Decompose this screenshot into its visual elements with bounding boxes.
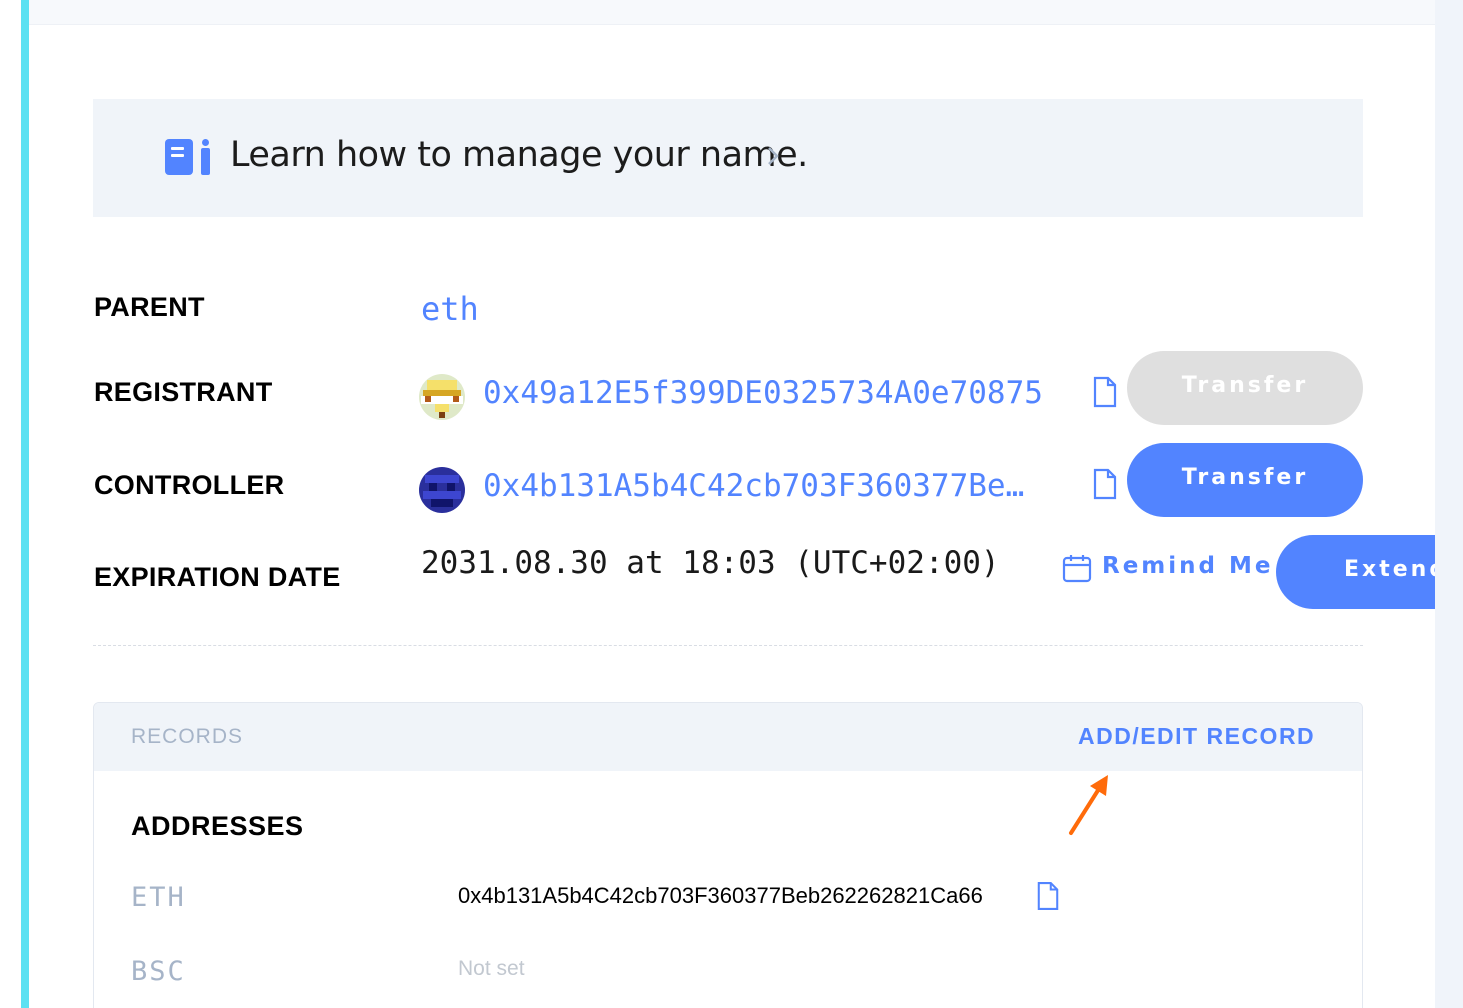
remind-me-link[interactable]: Remind Me — [1102, 553, 1274, 579]
registrant-avatar — [419, 374, 465, 420]
chevron-right-icon — [768, 147, 779, 165]
parent-label: PARENT — [94, 292, 205, 322]
records-panel: RECORDS ADD/EDIT RECORD ADDRESSES ETH 0x… — [93, 702, 1363, 1008]
addresses-title: ADDRESSES — [131, 811, 304, 841]
registrant-label: REGISTRANT — [94, 377, 273, 407]
copy-icon[interactable] — [1092, 468, 1118, 500]
learn-banner[interactable]: Learn how to manage your name. — [93, 99, 1363, 217]
learn-banner-text: Learn how to manage your name. — [230, 135, 808, 175]
coin-label-bsc: BSC — [131, 956, 186, 987]
controller-label: CONTROLLER — [94, 470, 285, 500]
coin-label-eth: ETH — [131, 882, 186, 913]
bsc-address-not-set: Not set — [458, 957, 525, 980]
annotation-arrow-icon — [1069, 775, 1108, 835]
calendar-icon[interactable] — [1062, 553, 1092, 583]
controller-address[interactable]: 0x4b131A5b4C42cb703F360377Be… — [483, 468, 1024, 504]
extend-button[interactable]: Extend — [1276, 535, 1435, 609]
registrant-address[interactable]: 0x49a12E5f399DE0325734A0e70875 — [483, 375, 1043, 411]
copy-icon[interactable] — [1036, 881, 1060, 911]
left-margin — [0, 0, 21, 1008]
top-panel-edge — [29, 0, 1435, 25]
name-details-card: Learn how to manage your name. PARENT et… — [29, 0, 1435, 1008]
registrant-transfer-button[interactable]: Transfer — [1127, 351, 1363, 425]
right-margin — [1435, 0, 1463, 1008]
expiration-date: 2031.08.30 at 18:03 (UTC+02:00) — [421, 545, 1000, 581]
eth-address: 0x4b131A5b4C42cb703F360377Beb262262821Ca… — [458, 883, 983, 908]
accent-bar — [21, 0, 29, 1008]
expiration-label: EXPIRATION DATE — [94, 562, 341, 592]
copy-icon[interactable] — [1092, 376, 1118, 408]
records-header: RECORDS ADD/EDIT RECORD — [94, 703, 1362, 771]
controller-transfer-button[interactable]: Transfer — [1127, 443, 1363, 517]
add-edit-record-button[interactable]: ADD/EDIT RECORD — [1078, 723, 1315, 750]
parent-link[interactable]: eth — [421, 290, 479, 328]
book-icon — [165, 139, 210, 175]
divider — [93, 645, 1363, 646]
controller-avatar — [419, 467, 465, 513]
records-title: RECORDS — [131, 725, 244, 748]
